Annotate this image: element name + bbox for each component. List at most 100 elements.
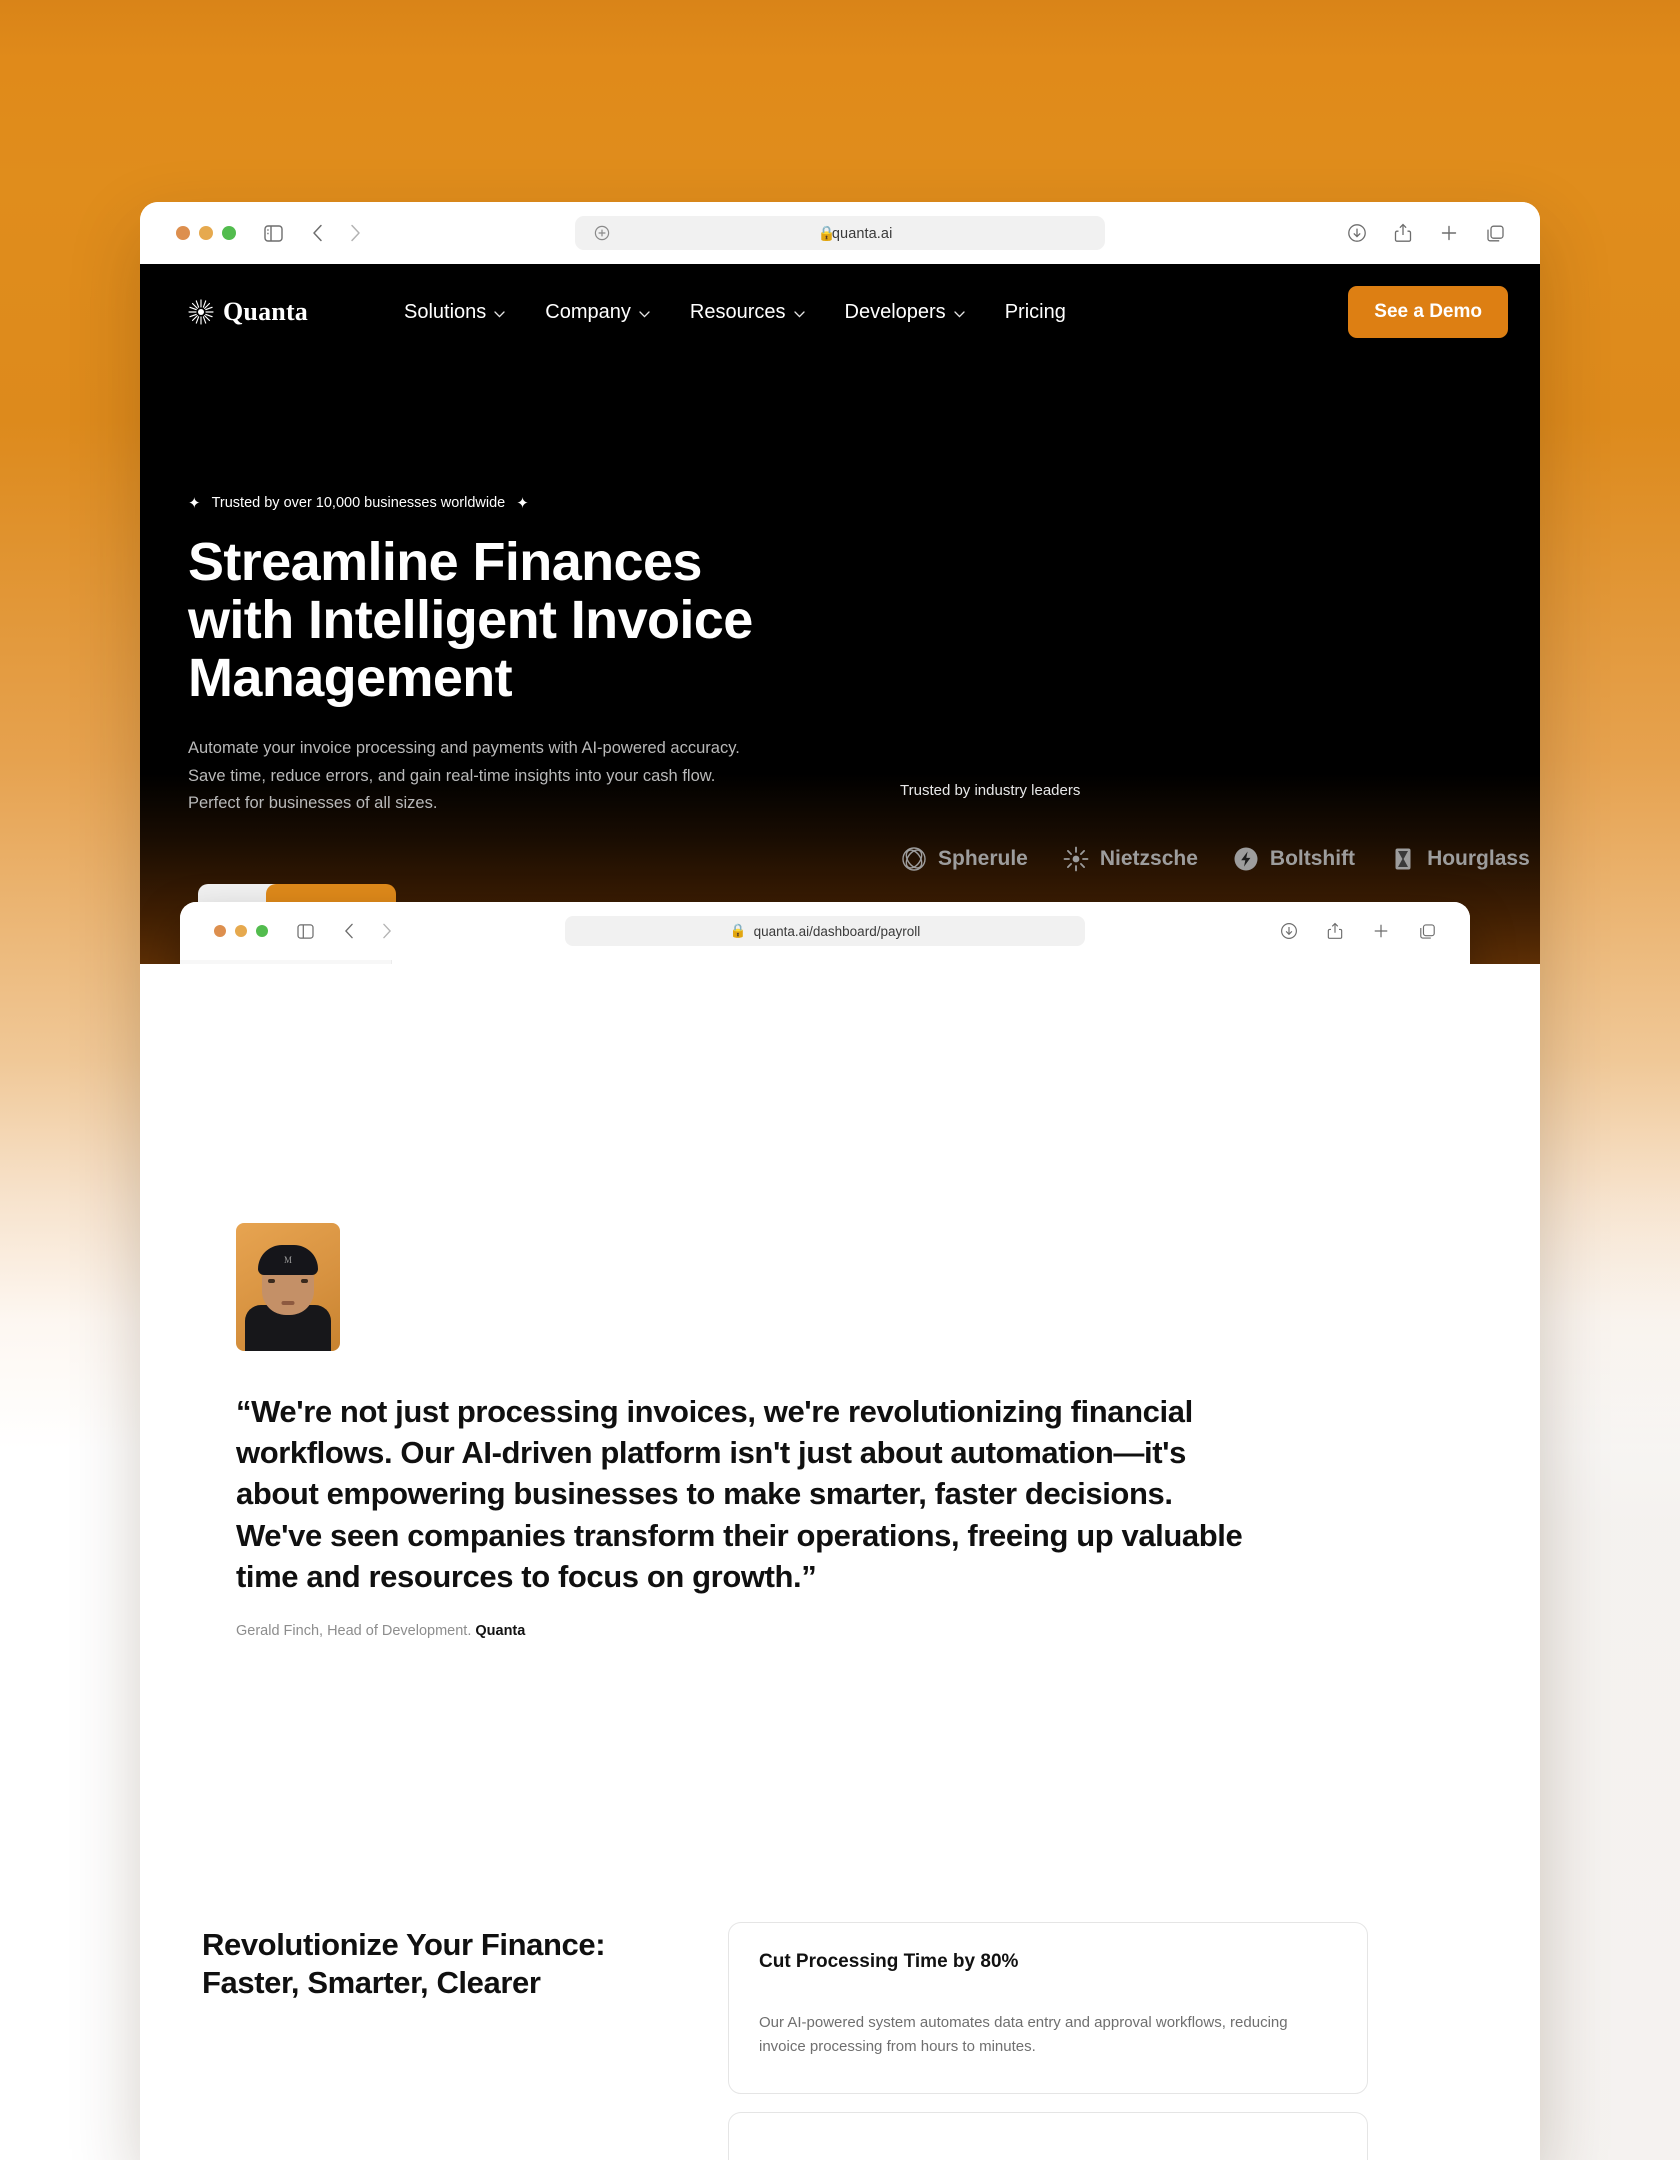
minimize-window-button[interactable] <box>199 226 213 240</box>
hero-section: Quanta Solutions Company Resources Devel… <box>140 264 1540 964</box>
zoom-control-icon[interactable] <box>587 218 617 248</box>
sidebar-toggle-icon[interactable] <box>258 218 288 248</box>
partner-name: Hourglass <box>1427 847 1530 870</box>
hero-title-line-3: Management <box>188 647 513 708</box>
nav-item-developers[interactable]: Developers <box>845 301 965 324</box>
testimonial-author: Gerald Finch, Head of Development. <box>236 1623 476 1640</box>
maximize-window-button[interactable] <box>222 226 236 240</box>
close-window-button[interactable] <box>176 226 190 240</box>
nav-item-label: Pricing <box>1004 300 1066 323</box>
feature-card-title: Cut Processing Time by 80% <box>759 1951 1019 1972</box>
dashboard-url-value: quanta.ai/dashboard/payroll <box>753 923 921 939</box>
partner-logo-hourglass: Hourglass <box>1389 845 1530 873</box>
forward-icon[interactable] <box>340 218 370 248</box>
nav-item-label: Developers <box>844 300 946 323</box>
partner-name: Spherule <box>938 847 1028 870</box>
feature-card[interactable]: Cut Processing Time by 80% Our AI-powere… <box>728 1922 1368 2094</box>
tabs-icon[interactable] <box>1412 916 1442 946</box>
trusted-label: Trusted by industry leaders <box>900 782 1081 799</box>
dashboard-window: 🔒 quanta.ai/dashboard/payroll <box>180 902 1470 964</box>
hero-content: ✦ Trusted by over 10,000 businesses worl… <box>140 360 1540 817</box>
trusted-by-section: Trusted by industry leaders Spherule Nie… <box>900 782 1530 873</box>
nav-item-company[interactable]: Company <box>545 301 650 324</box>
nav-links: Solutions Company Resources Developers P… <box>404 301 1066 324</box>
dashboard-main: Payroll Search <box>392 960 1470 964</box>
nav-item-label: Resources <box>689 300 786 323</box>
sphere-icon <box>900 845 928 873</box>
dashboard-traffic-lights[interactable] <box>214 925 268 937</box>
new-tab-icon[interactable] <box>1366 916 1396 946</box>
minimize-window-button[interactable] <box>235 925 247 937</box>
features-heading-line-1: Revolutionize Your Finance: <box>202 1927 606 1962</box>
lock-icon: 🔒 <box>729 923 747 938</box>
avatar-mouth <box>281 1301 295 1305</box>
hero-subtitle: Automate your invoice processing and pay… <box>188 735 748 817</box>
avatar-eye-right <box>301 1279 308 1283</box>
feature-card-description: Our AI-powered system automates data ent… <box>759 2014 1288 2055</box>
testimonial-company: Quanta <box>475 1623 526 1640</box>
sunburst-logo-icon <box>188 299 214 325</box>
back-icon[interactable] <box>302 218 332 248</box>
nav-item-label: Company <box>545 300 631 323</box>
hero-title-line-2: with Intelligent Invoice <box>188 589 753 650</box>
partner-logo-spherule: Spherule <box>900 845 1028 873</box>
nav-item-solutions[interactable]: Solutions <box>404 301 505 324</box>
forward-icon[interactable] <box>372 916 402 946</box>
features-heading-line-2: Faster, Smarter, Clearer <box>202 1964 541 2000</box>
testimonial-attribution: Gerald Finch, Head of Development. Quant… <box>236 1623 1444 1639</box>
hourglass-icon <box>1389 845 1417 873</box>
dashboard-header: Payroll Search <box>392 960 1470 964</box>
new-tab-icon[interactable] <box>1434 218 1464 248</box>
chevron-down-icon <box>494 301 505 324</box>
hero-sub-line-1: Automate your invoice processing and pay… <box>188 739 740 758</box>
chevron-down-icon <box>954 301 965 324</box>
sparkle-icon: ✦ <box>188 495 201 512</box>
address-bar-text: 🔒 quanta.ai <box>617 225 1093 242</box>
avatar-beanie <box>258 1245 318 1275</box>
hero-title-line-1: Streamline Finances <box>188 532 702 592</box>
close-window-button[interactable] <box>214 925 226 937</box>
partner-name: Nietzsche <box>1099 847 1198 870</box>
features-heading: Revolutionize Your Finance: Faster, Smar… <box>202 1922 672 2160</box>
hero-badge: ✦ Trusted by over 10,000 businesses worl… <box>188 494 1540 512</box>
partner-name: Boltshift <box>1269 847 1356 870</box>
nav-item-resources[interactable]: Resources <box>690 301 805 324</box>
features-section: Revolutionize Your Finance: Faster, Smar… <box>140 1922 1540 2160</box>
downloads-icon[interactable] <box>1342 218 1372 248</box>
sparkle-icon: ✦ <box>516 495 529 512</box>
page-title: Streamline Finances with Intelligent Inv… <box>188 532 828 708</box>
back-icon[interactable] <box>334 916 364 946</box>
testimonial-section: “We're not just processing invoices, we'… <box>140 1223 1540 1639</box>
url-value: quanta.ai <box>831 225 893 242</box>
brand-name: Quanta <box>223 297 309 326</box>
dashboard-body: Quanta ⌃⌄ Upgrade plan Your free trial w… <box>180 960 1470 964</box>
address-bar[interactable]: 🔒 quanta.ai <box>575 216 1105 250</box>
maximize-window-button[interactable] <box>256 925 268 937</box>
share-icon[interactable] <box>1388 218 1418 248</box>
dashboard-browser-chrome: 🔒 quanta.ai/dashboard/payroll <box>180 902 1470 960</box>
hero-badge-label: Trusted by over 10,000 businesses worldw… <box>211 495 506 511</box>
dashboard-sidebar: Quanta ⌃⌄ Upgrade plan Your free trial w… <box>180 960 392 964</box>
nav-item-pricing[interactable]: Pricing <box>1005 301 1066 324</box>
dashboard-address-bar[interactable]: 🔒 quanta.ai/dashboard/payroll <box>565 916 1085 946</box>
feature-card-list: Cut Processing Time by 80% Our AI-powere… <box>728 1922 1368 2160</box>
hero-sub-line-3: Perfect for businesses of all sizes. <box>188 793 438 812</box>
feature-card-next[interactable] <box>728 2112 1368 2160</box>
see-a-demo-button[interactable]: See a Demo <box>1348 286 1508 338</box>
dashboard-preview: 🔒 quanta.ai/dashboard/payroll <box>180 884 1470 964</box>
nav-item-label: Solutions <box>404 300 487 323</box>
partner-logo-row: Spherule Nietzsche Boltshift Hourglass <box>900 845 1530 873</box>
brand-logo[interactable]: Quanta <box>188 297 308 327</box>
testimonial-quote: “We're not just processing invoices, we'… <box>236 1394 1243 1594</box>
bolt-icon <box>1232 845 1260 873</box>
testimonial-avatar <box>236 1223 340 1351</box>
chevron-down-icon <box>639 301 650 324</box>
tabs-icon[interactable] <box>1480 218 1510 248</box>
downloads-icon[interactable] <box>1274 916 1304 946</box>
hero-sub-line-2: Save time, reduce errors, and gain real-… <box>188 766 716 785</box>
sidebar-toggle-icon[interactable] <box>290 916 320 946</box>
partner-logo-boltshift: Boltshift <box>1232 845 1355 873</box>
share-icon[interactable] <box>1320 916 1350 946</box>
avatar-eye-left <box>268 1279 275 1283</box>
window-traffic-lights[interactable] <box>176 226 236 240</box>
